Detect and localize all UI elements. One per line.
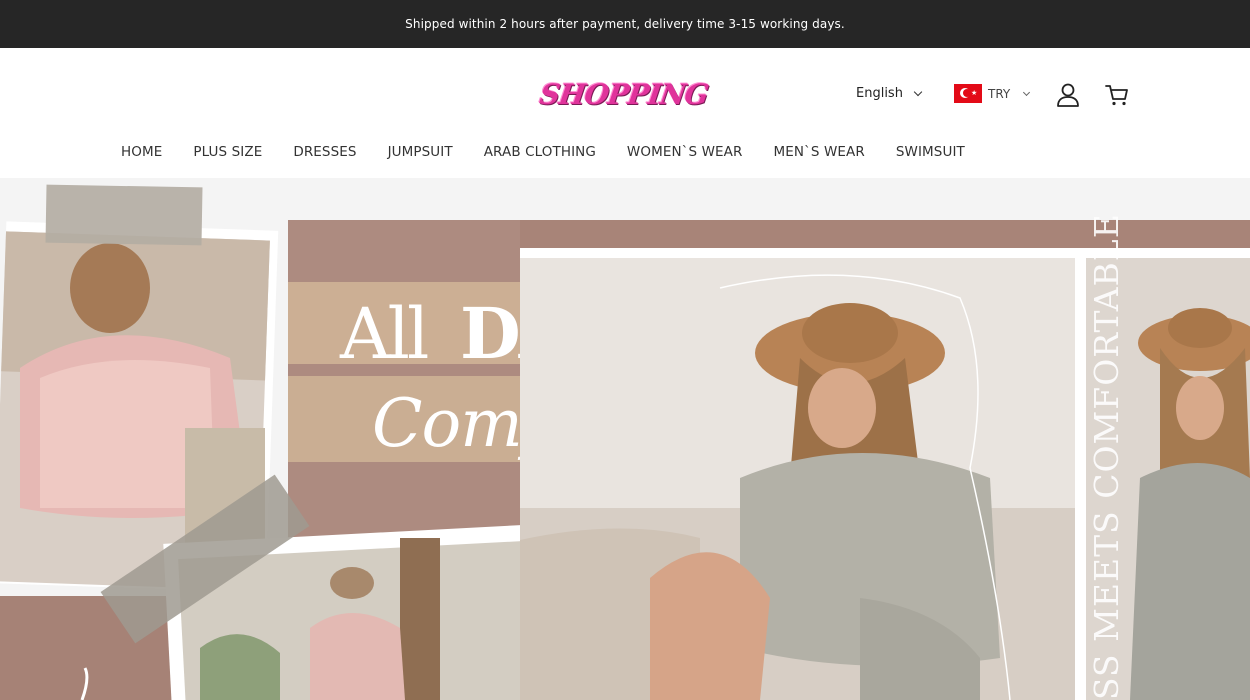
currency-label: TRY <box>988 86 1011 101</box>
model-photo-main <box>520 248 1080 700</box>
chevron-down-icon <box>913 87 923 96</box>
nav-item-womens-wear[interactable]: WOMEN`S WEAR <box>627 144 743 160</box>
main-nav: HOME PLUS SIZE DRESSES JUMPSUIT ARAB CLO… <box>121 144 996 160</box>
language-label: English <box>856 86 903 101</box>
nav-item-swimsuit[interactable]: SWIMSUIT <box>896 144 965 160</box>
hero-banner[interactable]: All DAY Comfort SS MEETS COMFORTAB <box>0 178 1250 700</box>
cart-button[interactable] <box>1104 82 1130 108</box>
nav-item-arab-clothing[interactable]: ARAB CLOTHING <box>484 144 596 160</box>
language-selector[interactable]: English <box>856 86 923 101</box>
account-button[interactable] <box>1055 82 1081 108</box>
currency-selector[interactable]: ★ TRY <box>954 84 1031 103</box>
nav-item-mens-wear[interactable]: MEN`S WEAR <box>773 144 864 160</box>
nav-item-jumpsuit[interactable]: JUMPSUIT <box>388 144 453 160</box>
site-logo[interactable]: SHOPPING <box>538 78 710 111</box>
nav-item-dresses[interactable]: DRESSES <box>293 144 356 160</box>
announcement-bar: Shipped within 2 hours after payment, de… <box>0 0 1250 48</box>
hero-side-text: SS MEETS COMFORTABLE <box>1087 213 1126 700</box>
user-icon <box>1057 83 1079 107</box>
cart-icon <box>1105 85 1128 106</box>
nav-item-home[interactable]: HOME <box>121 144 162 160</box>
announcement-text: Shipped within 2 hours after payment, de… <box>405 17 845 31</box>
nav-item-plus-size[interactable]: PLUS SIZE <box>193 144 262 160</box>
hero-collage: All DAY Comfort SS MEETS COMFORTAB <box>0 184 1250 700</box>
turkey-flag-icon: ★ <box>954 84 982 103</box>
site-header: SHOPPING English ★ TRY HOME PLUS SIZE DR… <box>0 48 1250 178</box>
chevron-down-icon <box>1023 88 1031 96</box>
hero-headline-all: All <box>339 293 428 375</box>
